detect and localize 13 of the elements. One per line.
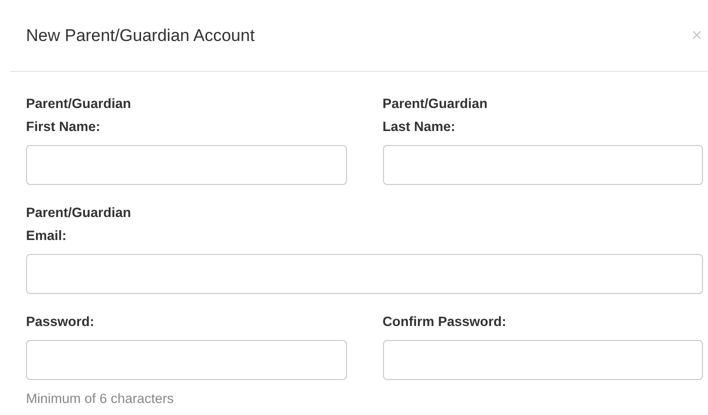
field-label: Parent/Guardian Email:: [26, 204, 132, 245]
dialog-title: New Parent/Guardian Account: [26, 26, 255, 46]
input-field[interactable]: [26, 340, 346, 380]
field-label: Parent/Guardian Last Name:: [382, 95, 489, 136]
input-field[interactable]: [382, 340, 703, 380]
input-field[interactable]: [26, 145, 346, 185]
input-field[interactable]: [382, 145, 703, 185]
input-field[interactable]: [26, 254, 703, 294]
close-button[interactable]: ×: [685, 25, 708, 46]
field-label: Confirm Password:: [382, 313, 508, 331]
help-text: Minimum of 6 characters: [26, 391, 175, 406]
field-label: Password:: [26, 313, 96, 331]
field-label: Parent/Guardian First Name:: [26, 95, 132, 136]
